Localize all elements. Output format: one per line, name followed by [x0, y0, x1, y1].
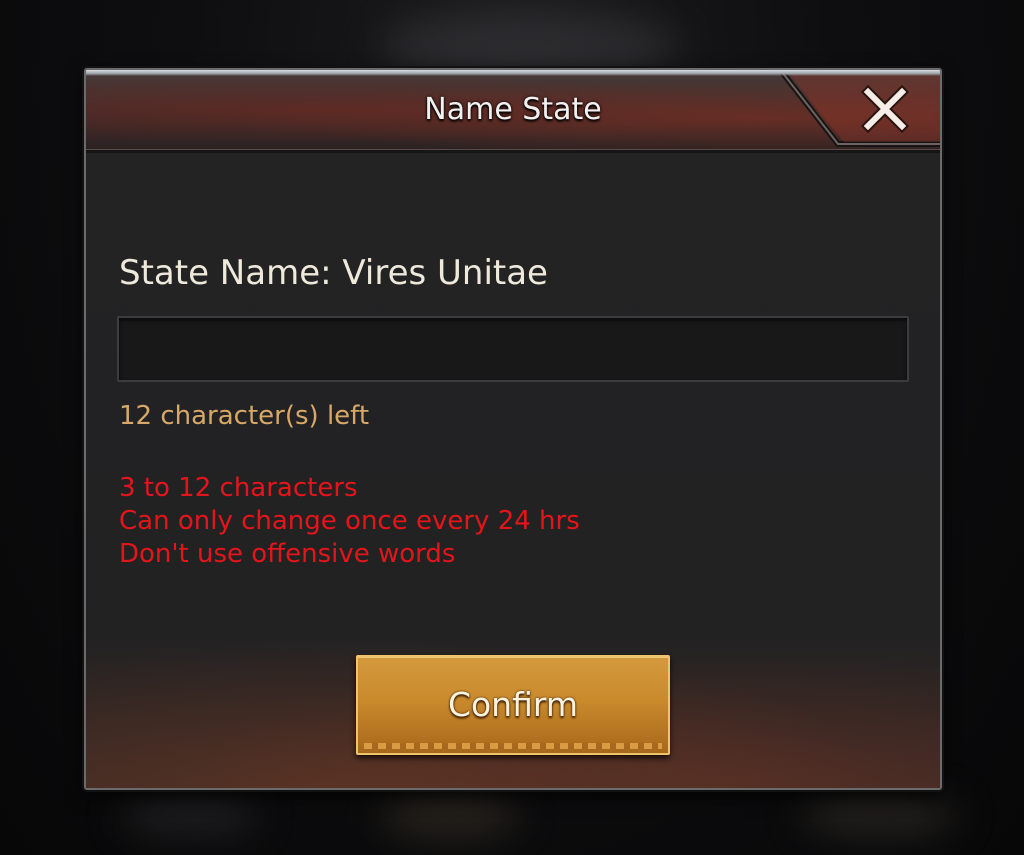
state-name-label: State Name: Vires Unitae [119, 253, 548, 293]
close-plate-graphic [779, 70, 940, 147]
background-blur-shape [800, 790, 960, 840]
characters-left-counter: 12 character(s) left [119, 401, 370, 431]
rule-length: 3 to 12 characters [119, 473, 358, 503]
rule-offensive-words: Don't use offensive words [119, 539, 456, 569]
close-button[interactable] [860, 84, 910, 134]
state-name-input[interactable] [117, 316, 909, 382]
confirm-button-stripe [364, 743, 662, 749]
background-blur-shape [380, 790, 520, 840]
close-x-icon [860, 84, 910, 134]
naming-rules: 3 to 12 characters Can only change once … [119, 472, 580, 571]
dialog-header: Name State [86, 70, 940, 153]
frost-edge [86, 70, 940, 76]
background-blur-shape [120, 790, 260, 840]
rule-change-frequency: Can only change once every 24 hrs [119, 506, 580, 536]
close-button-plate [770, 70, 940, 150]
name-state-dialog: Name State State Name: Vires Unitae 12 c… [84, 68, 942, 790]
confirm-button[interactable]: Confirm [356, 655, 670, 755]
confirm-label: Confirm [447, 685, 579, 724]
